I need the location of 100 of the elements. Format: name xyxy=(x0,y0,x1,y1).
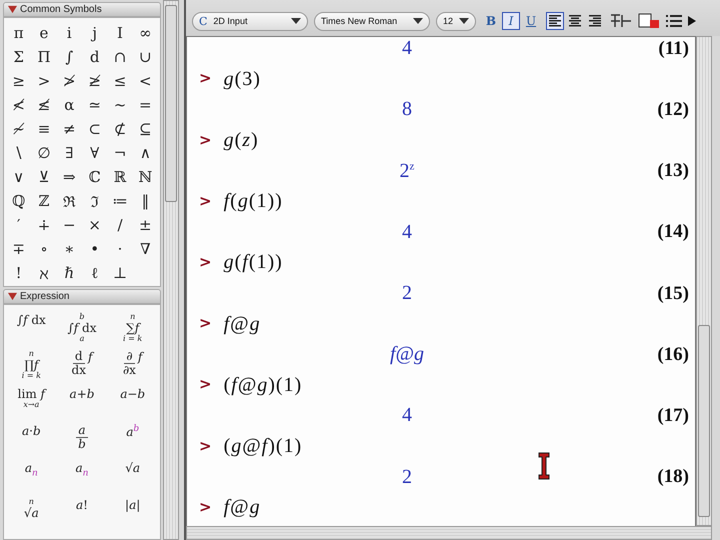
symbol-button[interactable]: − xyxy=(56,213,82,237)
symbol-button[interactable]: • xyxy=(82,237,108,261)
symbol-button[interactable]: > xyxy=(31,69,57,93)
symbol-button[interactable]: ℵ xyxy=(31,261,57,285)
symbol-button[interactable]: d xyxy=(82,45,108,69)
symbol-button[interactable]: ≁ xyxy=(6,117,32,141)
bold-button[interactable]: B xyxy=(482,12,500,30)
symbol-button[interactable]: ∘ xyxy=(31,237,57,261)
input-expression[interactable]: f@g xyxy=(224,497,261,518)
expression-button[interactable]: b ∫f dx a xyxy=(56,311,108,346)
symbol-button[interactable]: ∀ xyxy=(82,141,108,165)
expression-button[interactable]: a·b xyxy=(6,422,57,457)
expression-button[interactable]: |a| xyxy=(107,496,158,531)
input-expression[interactable]: f@g xyxy=(224,314,261,334)
expression-button[interactable]: √a xyxy=(107,459,158,494)
symbol-button[interactable]: ∇ xyxy=(132,237,158,261)
symbol-button[interactable]: / xyxy=(107,213,133,237)
document-icon[interactable] xyxy=(638,13,660,29)
symbol-button[interactable]: ≱ xyxy=(82,69,108,93)
italic-button[interactable]: I xyxy=(502,12,520,30)
more-arrow-icon[interactable] xyxy=(688,16,696,26)
symbol-button[interactable]: ℕ xyxy=(132,165,158,189)
palette-header[interactable]: Common Symbols xyxy=(3,2,161,17)
symbol-button[interactable]: ⊥ xyxy=(107,261,133,285)
symbol-button[interactable]: ℑ xyxy=(82,189,108,213)
font-size-dropdown[interactable]: 12 xyxy=(436,12,476,30)
symbol-button[interactable]: ≥ xyxy=(6,69,32,93)
symbol-button[interactable]: ∫ xyxy=(56,45,82,69)
expression-button[interactable]: a$^{b}$ xyxy=(107,422,158,457)
underline-button[interactable]: U xyxy=(522,12,540,30)
symbol-button[interactable]: ′ xyxy=(6,213,32,237)
symbol-button[interactable]: Σ xyxy=(6,45,32,69)
symbol-button[interactable]: α xyxy=(56,93,82,117)
symbol-button[interactable]: × xyxy=(82,213,108,237)
symbol-button[interactable]: ≡ xyxy=(31,117,57,141)
symbol-button[interactable]: ≔ xyxy=(107,189,133,213)
expression-button[interactable]: a+b xyxy=(56,385,108,420)
scrollbar[interactable] xyxy=(163,0,179,540)
symbol-button[interactable]: ℜ xyxy=(56,189,82,213)
symbol-button[interactable]: I xyxy=(107,21,133,45)
expression-button[interactable]: ∂ ∂x f xyxy=(107,348,158,383)
symbol-button[interactable]: ∞ xyxy=(132,21,158,45)
symbol-button[interactable]: ℚ xyxy=(6,189,32,213)
symbol-button[interactable]: Π xyxy=(31,45,57,69)
symbol-button[interactable]: i xyxy=(56,21,82,45)
horizontal-scrollbar[interactable] xyxy=(186,526,712,540)
symbol-button[interactable]: ± xyxy=(132,213,158,237)
input-expression[interactable]: (g@f)(1) xyxy=(224,436,302,456)
input-expression[interactable]: g(f(1)) xyxy=(224,252,283,272)
symbol-button[interactable]: ‖ xyxy=(132,189,158,213)
symbol-button[interactable]: ≮ xyxy=(6,93,32,117)
font-dropdown[interactable]: Times New Roman xyxy=(314,12,430,30)
symbol-button[interactable]: ℏ xyxy=(56,261,82,285)
align-left-button[interactable] xyxy=(546,12,564,30)
symbol-button[interactable]: ∗ xyxy=(56,237,82,261)
expression-button[interactable]: d dx f xyxy=(56,348,108,383)
symbol-button[interactable]: < xyxy=(132,69,158,93)
palette-header[interactable]: Expression xyxy=(3,289,161,304)
symbol-button[interactable]: ∧ xyxy=(132,141,158,165)
symbol-button[interactable]: ~ xyxy=(107,93,133,117)
expression-button[interactable]: a$_{n}$ xyxy=(56,459,108,494)
input-expression[interactable]: (f@g)(1) xyxy=(224,374,302,395)
input-mode-dropdown[interactable]: C 2D Input xyxy=(192,12,308,30)
symbol-button[interactable]: · xyxy=(107,237,133,261)
symbol-button[interactable]: ≤ xyxy=(107,69,133,93)
expression-button[interactable]: a! xyxy=(56,496,108,531)
symbol-button[interactable]: ∪ xyxy=(132,45,158,69)
expression-button[interactable]: a b xyxy=(56,422,108,457)
scrollbar[interactable] xyxy=(696,36,712,526)
expression-button[interactable]: n ∑f i = k xyxy=(107,311,158,346)
symbol-button[interactable]: ¬ xyxy=(107,141,133,165)
symbol-button[interactable]: ℝ xyxy=(107,165,133,189)
expression-button[interactable]: ∫f dx xyxy=(6,311,57,346)
symbol-button[interactable]: ⊄ xyxy=(107,117,133,141)
symbol-button[interactable]: = xyxy=(132,93,158,117)
input-expression[interactable]: g(3) xyxy=(224,68,261,89)
symbol-button[interactable]: ∨ xyxy=(6,165,32,189)
scrollbar-thumb[interactable] xyxy=(698,325,710,517)
expression-button[interactable]: n √a xyxy=(6,496,57,531)
symbol-button[interactable]: ∃ xyxy=(56,141,82,165)
symbol-button[interactable]: ⊻ xyxy=(31,165,57,189)
symbol-button[interactable]: ∖ xyxy=(6,141,32,165)
scrollbar-thumb[interactable] xyxy=(165,5,177,202)
worksheet[interactable]: 4 (11) > g(3) 8 (12) > g(z) 2$^{z}$ (13) > f(g(1)) 4 (14) > g(f(1)) 2 (15) > f@g f@g (16) > (f@g)(1) 4 (17) > (g@f)(1) 2 (18) > f@g xyxy=(186,36,696,526)
symbol-button[interactable]: ℂ xyxy=(82,165,108,189)
symbol-button[interactable]: ≯ xyxy=(56,69,82,93)
symbol-button[interactable]: ∅ xyxy=(31,141,57,165)
symbol-button[interactable]: j xyxy=(82,21,108,45)
input-expression[interactable]: f(g(1)) xyxy=(224,191,283,212)
symbol-button[interactable]: ∩ xyxy=(107,45,133,69)
symbol-button[interactable]: ! xyxy=(6,261,32,285)
symbol-button[interactable]: ≠ xyxy=(56,117,82,141)
symbol-button[interactable]: ℓ xyxy=(82,261,108,285)
symbol-button[interactable]: ≰ xyxy=(31,93,57,117)
expression-button[interactable]: n ∏f i = k xyxy=(6,348,57,383)
expression-button[interactable]: a−b xyxy=(107,385,158,420)
symbol-button[interactable]: ℤ xyxy=(31,189,57,213)
symbol-button[interactable]: ⊆ xyxy=(132,117,158,141)
symbol-button[interactable]: ∔ xyxy=(31,213,57,237)
list-icon[interactable] xyxy=(666,14,682,28)
